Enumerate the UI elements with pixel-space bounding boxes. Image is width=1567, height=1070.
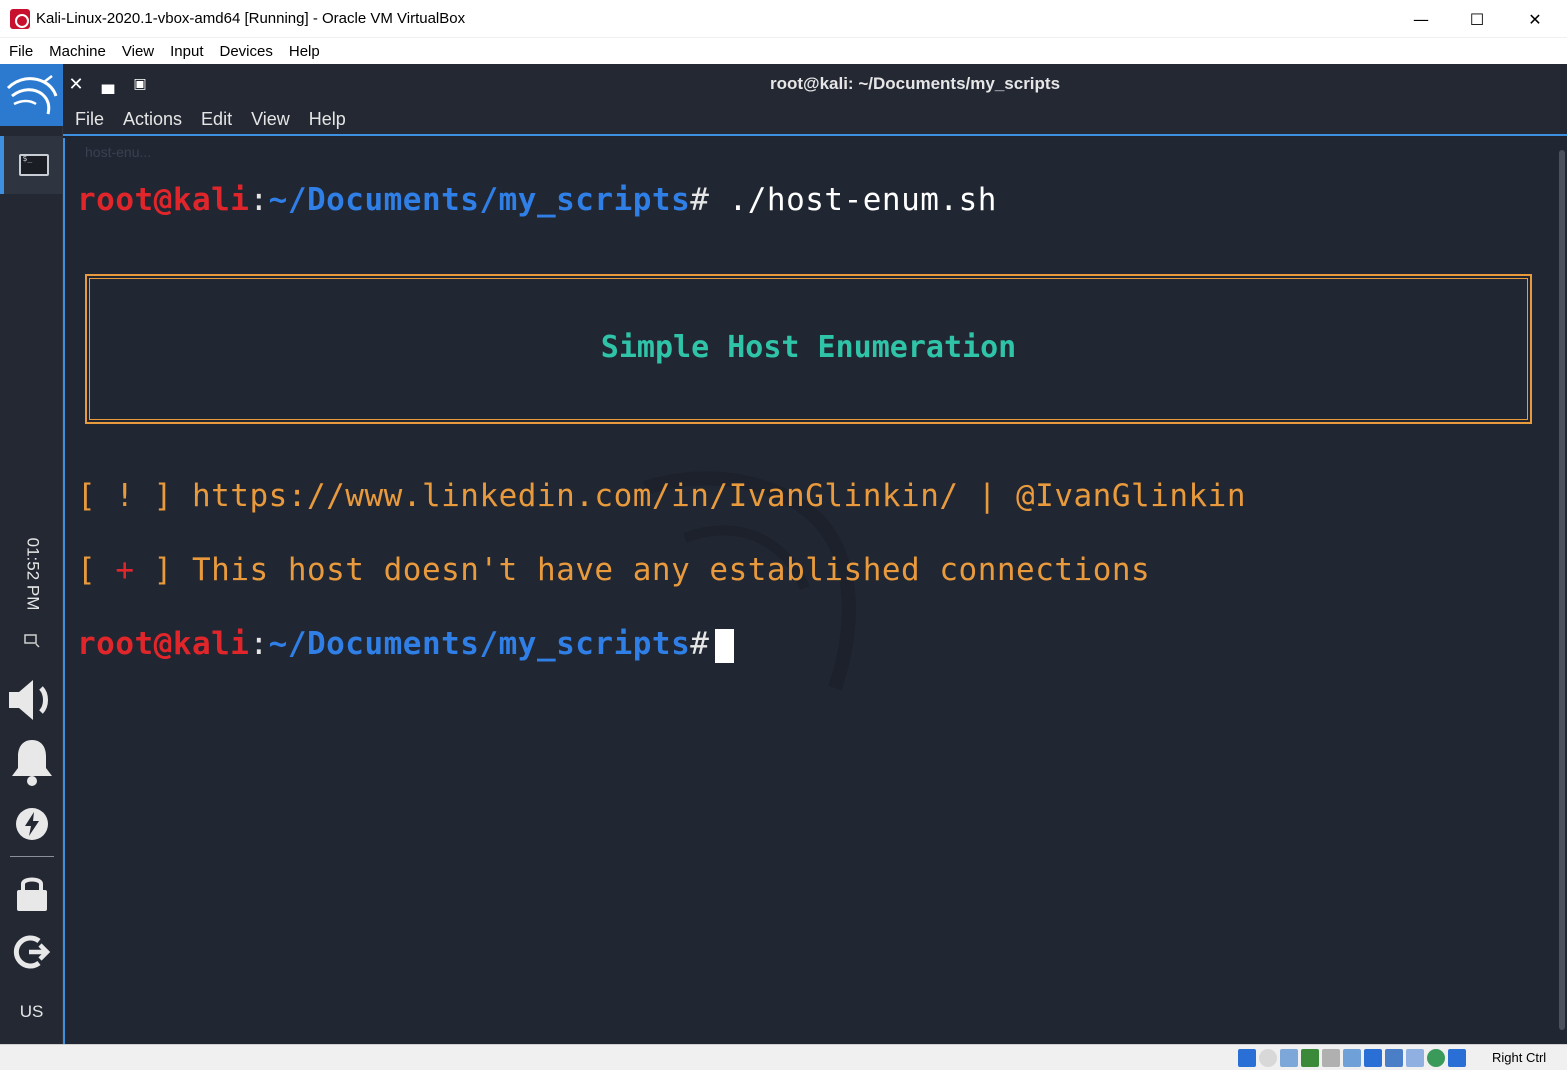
notification-bell-icon[interactable]	[0, 734, 63, 790]
prompt-user: root@kali	[77, 182, 250, 218]
kali-dragon-icon	[6, 75, 57, 115]
panel-separator	[10, 856, 54, 857]
linkedin-text: https://www.linkedin.com/in/IvanGlinkin/…	[191, 478, 1246, 514]
kali-side-panel: 01:52 PM US	[0, 64, 63, 1044]
terminal-menu-help[interactable]: Help	[309, 109, 346, 130]
bracket-close: ]	[134, 552, 192, 588]
vbox-menu-view[interactable]: View	[122, 43, 154, 60]
connections-text: This host doesn't have any established c…	[192, 552, 1151, 588]
vbox-status-icons	[1238, 1049, 1469, 1067]
panel-clock-text: 01:52 PM	[23, 537, 43, 611]
maximize-button[interactable]: ☐	[1448, 0, 1506, 38]
script-banner: Simple Host Enumeration	[85, 274, 1532, 424]
vbox-menu-devices[interactable]: Devices	[220, 43, 273, 60]
terminal-menu-edit[interactable]: Edit	[201, 109, 232, 130]
bracket-open: [	[77, 552, 116, 588]
command-text: ./host-enum.sh	[709, 182, 997, 218]
lock-screen-icon[interactable]	[0, 868, 63, 918]
kali-menu-button[interactable]	[0, 64, 63, 126]
vbox-window-title: Kali-Linux-2020.1-vbox-amd64 [Running] -…	[36, 10, 466, 27]
terminal-output[interactable]: host-enu... root@kali:~/Documents/my_scr…	[63, 138, 1567, 1044]
prompt-user: root@kali	[77, 626, 250, 662]
host-key-label: Right Ctrl	[1492, 1050, 1547, 1065]
vbox-menu-help[interactable]: Help	[289, 43, 320, 60]
close-button[interactable]: ✕	[1506, 0, 1564, 38]
info-marker: [ ! ]	[77, 478, 192, 514]
panel-clock[interactable]: 01:52 PM	[10, 534, 54, 614]
terminal-titlebar: ✕ ▄ ▣ root@kali: ~/Documents/my_scripts	[63, 64, 1567, 104]
vbox-menu-machine[interactable]: Machine	[49, 43, 106, 60]
prompt-hash: #	[690, 182, 710, 218]
command-line-1: root@kali:~/Documents/my_scripts# ./host…	[77, 182, 997, 218]
terminal-menubar: File Actions Edit View Help	[63, 104, 1567, 136]
terminal-window: ✕ ▄ ▣ root@kali: ~/Documents/my_scripts …	[63, 64, 1567, 1044]
terminal-icon	[18, 154, 49, 176]
vbox-menu-input[interactable]: Input	[170, 43, 203, 60]
display-icon[interactable]	[0, 630, 63, 652]
banner-title: Simple Host Enumeration	[600, 330, 1017, 365]
prompt-path: ~/Documents/my_scripts	[268, 626, 691, 662]
network-icon[interactable]	[1301, 1049, 1319, 1067]
mouse-integration-icon[interactable]	[1427, 1049, 1445, 1067]
command-line-2: root@kali:~/Documents/my_scripts#	[77, 626, 735, 663]
prompt-colon: :	[249, 182, 269, 218]
terminal-title: root@kali: ~/Documents/my_scripts	[769, 74, 1061, 93]
keyboard-layout-indicator[interactable]: US	[0, 1002, 63, 1022]
shared-folders-icon[interactable]	[1343, 1049, 1361, 1067]
keyboard-capture-icon[interactable]	[1448, 1049, 1466, 1067]
vbox-statusbar: Right Ctrl	[0, 1044, 1567, 1070]
volume-icon[interactable]	[0, 672, 63, 728]
audio-icon[interactable]	[1280, 1049, 1298, 1067]
terminal-scrollbar[interactable]	[1559, 150, 1565, 1030]
terminal-menu-actions[interactable]: Actions	[123, 109, 182, 130]
minimize-button[interactable]: —	[1392, 0, 1450, 38]
logout-icon[interactable]	[0, 930, 63, 974]
vbox-menubar: File Machine View Input Devices Help	[0, 38, 1567, 64]
prompt-hash: #	[690, 626, 710, 662]
terminal-menu-view[interactable]: View	[251, 109, 290, 130]
prompt-colon: :	[249, 626, 269, 662]
optical-drive-icon[interactable]	[1259, 1049, 1277, 1067]
vbox-menu-file[interactable]: File	[9, 43, 33, 60]
virtualbox-app-icon	[10, 9, 30, 29]
virtualization-icon[interactable]	[1406, 1049, 1424, 1067]
output-line-linkedin: [ ! ] https://www.linkedin.com/in/IvanGl…	[77, 478, 1246, 514]
usb-icon[interactable]	[1322, 1049, 1340, 1067]
display-status-icon[interactable]	[1364, 1049, 1382, 1067]
ghost-tab-label: host-enu...	[85, 144, 152, 160]
power-manager-icon[interactable]	[0, 802, 63, 846]
prompt-path: ~/Documents/my_scripts	[268, 182, 691, 218]
plus-marker: +	[115, 552, 135, 588]
taskbar-terminal-button[interactable]	[0, 136, 63, 194]
text-cursor	[715, 628, 735, 663]
vbox-titlebar: Kali-Linux-2020.1-vbox-amd64 [Running] -…	[0, 0, 1567, 38]
terminal-menu-file[interactable]: File	[75, 109, 104, 130]
hard-disk-icon[interactable]	[1238, 1049, 1256, 1067]
recording-icon[interactable]	[1385, 1049, 1403, 1067]
output-line-connections: [ + ] This host doesn't have any establi…	[77, 552, 1150, 588]
